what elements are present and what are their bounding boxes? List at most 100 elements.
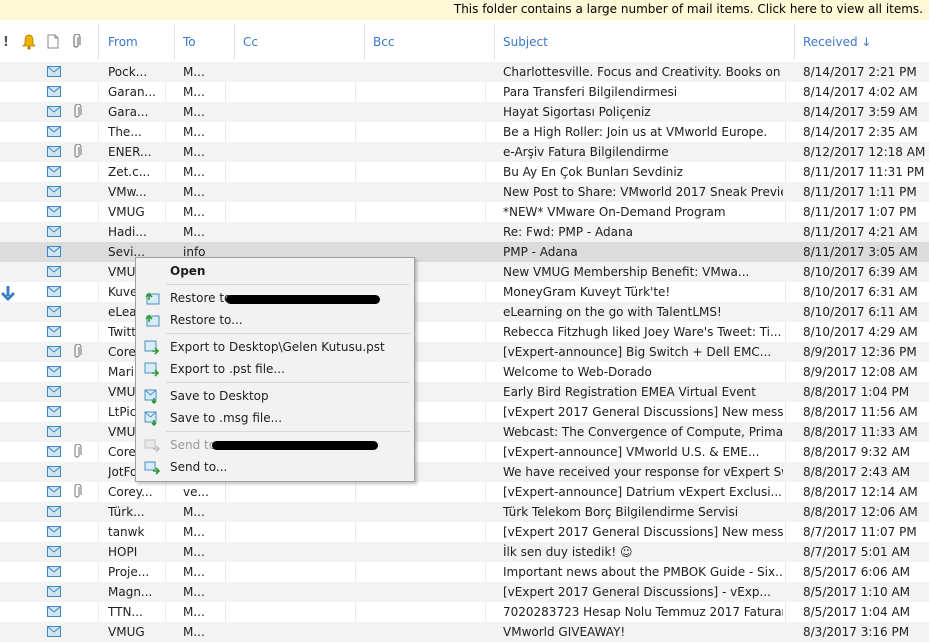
message-received: 8/5/2017 6:06 AM — [803, 565, 911, 579]
menu-restore-to[interactable]: Restore to... — [138, 309, 412, 331]
message-row[interactable]: Proje... M... Important news about the PMB… — [0, 562, 929, 582]
paperclip-icon[interactable] — [70, 33, 84, 52]
menu-open[interactable]: Open — [138, 260, 412, 282]
column-received[interactable]: Received ↓ — [803, 20, 871, 62]
message-subject: Para Transferi Bilgilendirmesi — [503, 85, 678, 99]
message-to: M... — [183, 165, 205, 179]
message-to: M... — [183, 85, 205, 99]
message-received: 8/7/2017 11:07 PM — [803, 525, 917, 539]
message-received: 8/11/2017 4:21 AM — [803, 225, 918, 239]
document-icon[interactable] — [45, 34, 61, 52]
message-to: M... — [183, 625, 205, 639]
message-row[interactable]: TTN... M... 7020283723 Hesap Nolu Temmuz 2… — [0, 602, 929, 622]
message-subject: 7020283723 Hesap Nolu Temmuz 2017 Fatura… — [503, 605, 783, 619]
mail-envelope-icon — [47, 326, 61, 337]
message-row[interactable]: tanwk M... [vExpert 2017 General Discussio… — [0, 522, 929, 542]
message-subject: Rebecca Fitzhugh liked Joey Ware's Tweet… — [503, 325, 782, 339]
importance-icon[interactable]: ! — [0, 34, 12, 52]
message-received: 8/5/2017 1:10 AM — [803, 585, 911, 599]
message-row[interactable]: HOPI M... İlk sen duy istedik! ☺ 8/7/2017 5… — [0, 542, 929, 562]
message-received: 8/8/2017 2:43 AM — [803, 465, 911, 479]
message-row[interactable]: Türk... M... Türk Telekom Borç Bilgilendir… — [0, 502, 929, 522]
message-subject: New VMUG Membership Benefit: VMwa... — [503, 265, 750, 279]
message-from: tanwk — [108, 525, 145, 539]
message-row[interactable]: Gara... M... Hayat Sigortası Poliçeniz 8/14… — [0, 102, 929, 122]
message-row[interactable]: Magn... M... [vExpert 2017 General Discuss… — [0, 582, 929, 602]
column-bcc[interactable]: Bcc — [373, 20, 394, 62]
paperclip-icon — [73, 483, 83, 500]
restore-icon — [144, 312, 160, 328]
message-to: M... — [183, 225, 205, 239]
message-from: Türk... — [108, 505, 145, 519]
redacted-send-recipient — [212, 441, 378, 450]
message-row[interactable]: VMUG M... *NEW* VMware On-Demand Program 8/… — [0, 202, 929, 222]
mail-envelope-icon — [47, 226, 61, 237]
message-row[interactable]: Corey... ve... [vExpert-announce] Datrium … — [0, 482, 929, 502]
mail-envelope-icon — [47, 306, 61, 317]
column-to[interactable]: To — [183, 20, 196, 62]
message-from: Magn... — [108, 585, 153, 599]
message-to: M... — [183, 605, 205, 619]
message-subject: [vExpert-announce] VMworld U.S. & EME... — [503, 445, 760, 459]
message-received: 8/7/2017 5:01 AM — [803, 545, 911, 559]
message-subject: Re: Fwd: PMP - Adana — [503, 225, 633, 239]
message-subject: Be a High Roller: Join us at VMworld Eur… — [503, 125, 768, 139]
mail-envelope-icon — [47, 586, 61, 597]
message-received: 8/8/2017 1:04 PM — [803, 385, 910, 399]
message-subject: Welcome to Web-Dorado — [503, 365, 652, 379]
message-row[interactable]: Zet.c... M... Bu Ay En Çok Bunları Sevdini… — [0, 162, 929, 182]
export-pst-icon — [144, 361, 160, 377]
large-folder-notice-text[interactable]: This folder contains a large number of m… — [454, 2, 923, 16]
menu-send-to[interactable]: Send to... — [138, 456, 412, 478]
bell-icon[interactable] — [20, 34, 38, 52]
message-to: M... — [183, 185, 205, 199]
menu-save-to-msg[interactable]: Save to .msg file... — [138, 407, 412, 429]
message-from: Pock... — [108, 65, 148, 79]
menu-send-to-recipient: Send to — [138, 434, 412, 456]
message-row[interactable]: Pock... M... Charlottesville. Focus and Cr… — [0, 62, 929, 82]
column-from[interactable]: From — [108, 20, 138, 62]
message-subject: Important news about the PMBOK Guide - S… — [503, 565, 783, 579]
message-received: 8/10/2017 6:31 AM — [803, 285, 918, 299]
message-row[interactable]: VMw... M... New Post to Share: VMworld 201… — [0, 182, 929, 202]
mail-envelope-icon — [47, 366, 61, 377]
column-cc[interactable]: Cc — [243, 20, 258, 62]
message-from: TTN... — [108, 605, 143, 619]
large-folder-notice-bar[interactable]: This folder contains a large number of m… — [0, 0, 929, 20]
column-subject[interactable]: Subject — [503, 20, 548, 62]
message-received: 8/11/2017 1:07 PM — [803, 205, 917, 219]
message-row[interactable]: Garan... M... Para Transferi Bilgilendirme… — [0, 82, 929, 102]
download-arrow-icon — [0, 286, 16, 301]
message-received: 8/10/2017 4:29 AM — [803, 325, 918, 339]
message-subject: We have received your response for vExpe… — [503, 465, 783, 479]
message-to: M... — [183, 505, 205, 519]
message-to: M... — [183, 545, 205, 559]
message-received: 8/11/2017 1:11 PM — [803, 185, 917, 199]
message-received: 8/8/2017 12:14 AM — [803, 485, 918, 499]
message-subject: Hayat Sigortası Poliçeniz — [503, 105, 651, 119]
menu-restore-to-location[interactable]: Restore to — [138, 287, 412, 309]
message-subject: [vExpert-announce] Datrium vExpert Exclu… — [503, 485, 782, 499]
message-from: Hadi... — [108, 225, 147, 239]
menu-save-to-desktop[interactable]: Save to Desktop — [138, 385, 412, 407]
message-received: 8/10/2017 6:11 AM — [803, 305, 918, 319]
menu-export-to-desktop[interactable]: Export to Desktop\Gelen Kutusu.pst — [138, 336, 412, 358]
message-from: HOPI — [108, 545, 138, 559]
message-row[interactable]: Hadi... M... Re: Fwd: PMP - Adana 8/11/2017… — [0, 222, 929, 242]
message-subject: eLearning on the go with TalentLMS! — [503, 305, 722, 319]
mail-envelope-icon — [47, 166, 61, 177]
mail-envelope-icon — [47, 466, 61, 477]
message-row[interactable]: The... M... Be a High Roller: Join us at V… — [0, 122, 929, 142]
message-to: M... — [183, 205, 205, 219]
message-to: M... — [183, 525, 205, 539]
message-row[interactable]: VMUG M... VMworld GIVEAWAY! 8/3/2017 3:16 P… — [0, 622, 929, 642]
message-from: Garan... — [108, 85, 156, 99]
send-icon — [144, 459, 161, 475]
message-subject: İlk sen duy istedik! ☺ — [503, 545, 633, 559]
message-subject: e-Arşiv Fatura Bilgilendirme — [503, 145, 669, 159]
redacted-restore-path — [226, 295, 380, 304]
menu-export-to-pst[interactable]: Export to .pst file... — [138, 358, 412, 380]
save-msg-icon — [144, 388, 160, 405]
message-row[interactable]: ENER... M... e-Arşiv Fatura Bilgilendirme 8… — [0, 142, 929, 162]
message-subject: Early Bird Registration EMEA Virtual Eve… — [503, 385, 756, 399]
